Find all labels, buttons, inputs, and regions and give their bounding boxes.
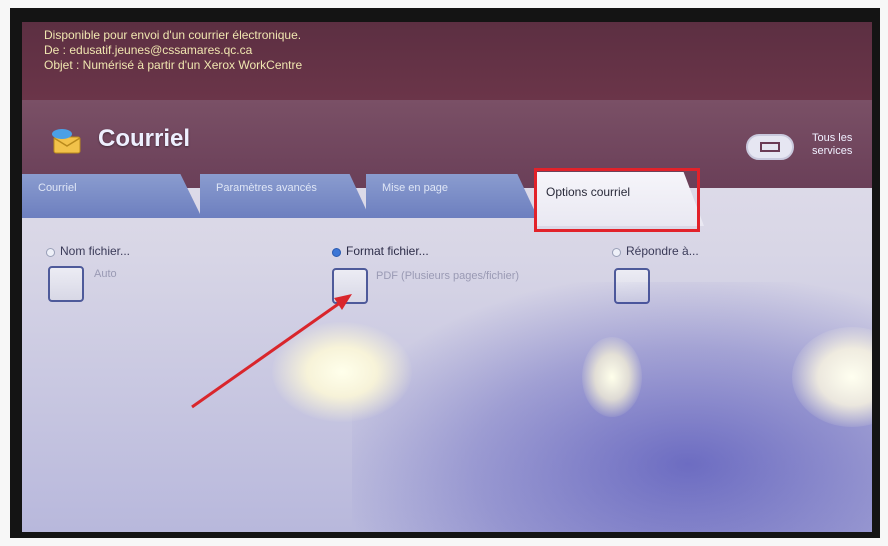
file-name-label: Nom fichier... bbox=[60, 244, 131, 258]
screen-shadow bbox=[352, 282, 872, 532]
device-bezel: Disponible pour envoi d'un courrier élec… bbox=[10, 8, 880, 538]
light-glare bbox=[582, 337, 642, 417]
banner-line-2: De : edusatif.jeunes@cssamares.qc.ca bbox=[44, 43, 253, 57]
file-name-radio-icon bbox=[46, 248, 55, 257]
reply-to-radio-icon bbox=[612, 248, 621, 257]
light-glare bbox=[272, 322, 412, 422]
file-format-value: PDF (Plusieurs pages/fichier) bbox=[376, 270, 520, 282]
status-banner: Disponible pour envoi d'un courrier élec… bbox=[22, 22, 872, 100]
tab-layout[interactable]: Mise en page bbox=[366, 174, 538, 218]
tab-email-options[interactable]: Options courriel bbox=[534, 172, 704, 226]
file-format-radio-icon bbox=[332, 248, 341, 257]
file-format-label: Format fichier... bbox=[346, 244, 429, 258]
file-name-value: Auto bbox=[94, 268, 117, 280]
tab-advanced-settings[interactable]: Paramètres avancés bbox=[200, 174, 370, 218]
all-services-button[interactable]: Tous les services bbox=[812, 132, 868, 158]
file-name-button[interactable] bbox=[48, 266, 84, 302]
all-services-icon[interactable] bbox=[746, 134, 794, 160]
tab-courriel[interactable]: Courriel bbox=[22, 174, 202, 218]
reply-to-label: Répondre à... bbox=[626, 244, 699, 258]
file-format-button[interactable] bbox=[332, 268, 368, 304]
touch-screen: Disponible pour envoi d'un courrier élec… bbox=[22, 22, 872, 532]
email-service-icon bbox=[52, 129, 81, 154]
banner-line-1: Disponible pour envoi d'un courrier élec… bbox=[44, 28, 302, 42]
banner-line-3: Objet : Numérisé à partir d'un Xerox Wor… bbox=[44, 58, 303, 72]
reply-to-button[interactable] bbox=[614, 268, 650, 304]
page-title: Courriel bbox=[98, 125, 191, 152]
light-glare bbox=[792, 327, 872, 427]
